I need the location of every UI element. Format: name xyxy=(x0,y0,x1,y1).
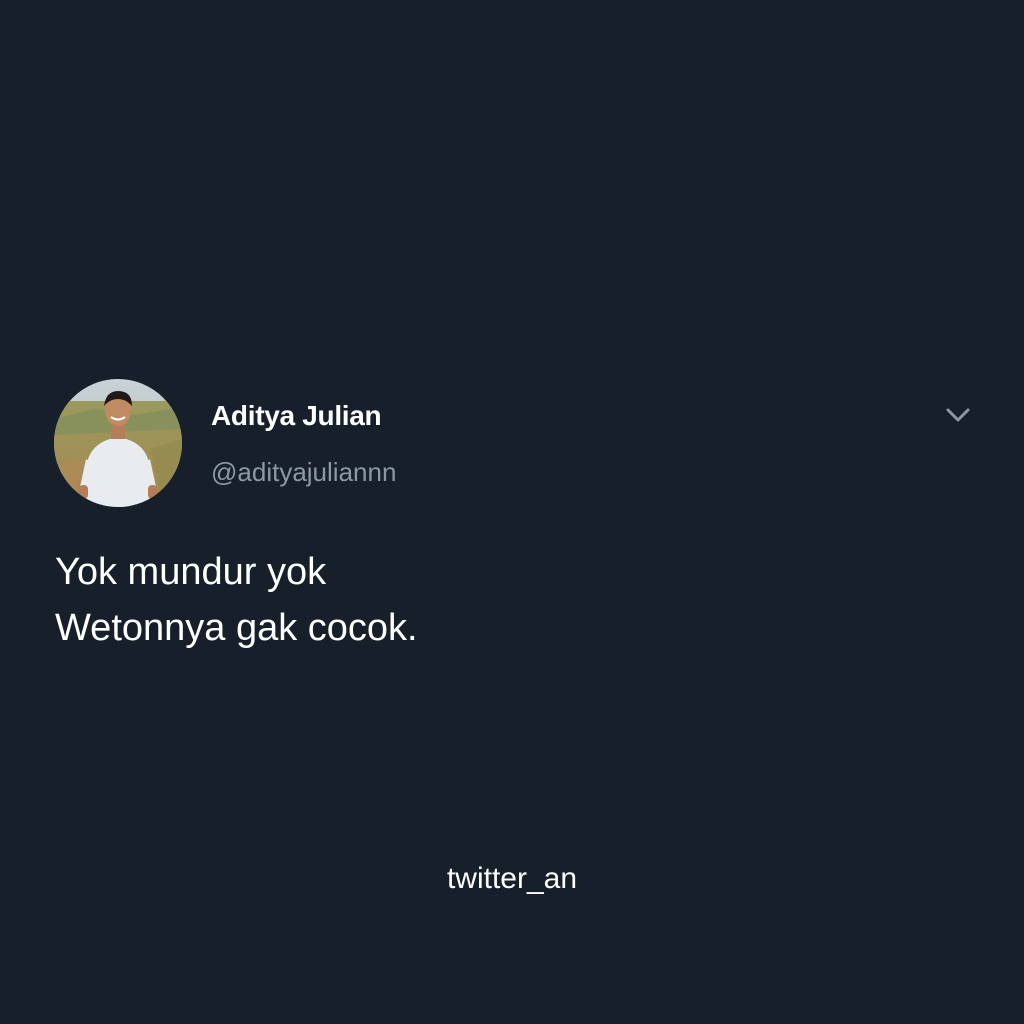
watermark: twitter_an xyxy=(446,862,578,895)
author-display-name[interactable]: Aditya Julian xyxy=(211,400,382,432)
tweet-screenshot: Aditya Julian @adityajuliannn Yok mundur… xyxy=(0,0,1024,1024)
chevron-down-icon[interactable] xyxy=(942,400,974,432)
profile-photo xyxy=(54,379,182,507)
avatar[interactable] xyxy=(54,379,182,507)
author-handle[interactable]: @adityajuliannn xyxy=(211,457,396,488)
tweet-text: Yok mundur yok Wetonnya gak cocok. xyxy=(55,544,418,656)
tweet-text-line: Wetonnya gak cocok. xyxy=(55,607,418,649)
tweet-text-line: Yok mundur yok xyxy=(55,551,327,593)
